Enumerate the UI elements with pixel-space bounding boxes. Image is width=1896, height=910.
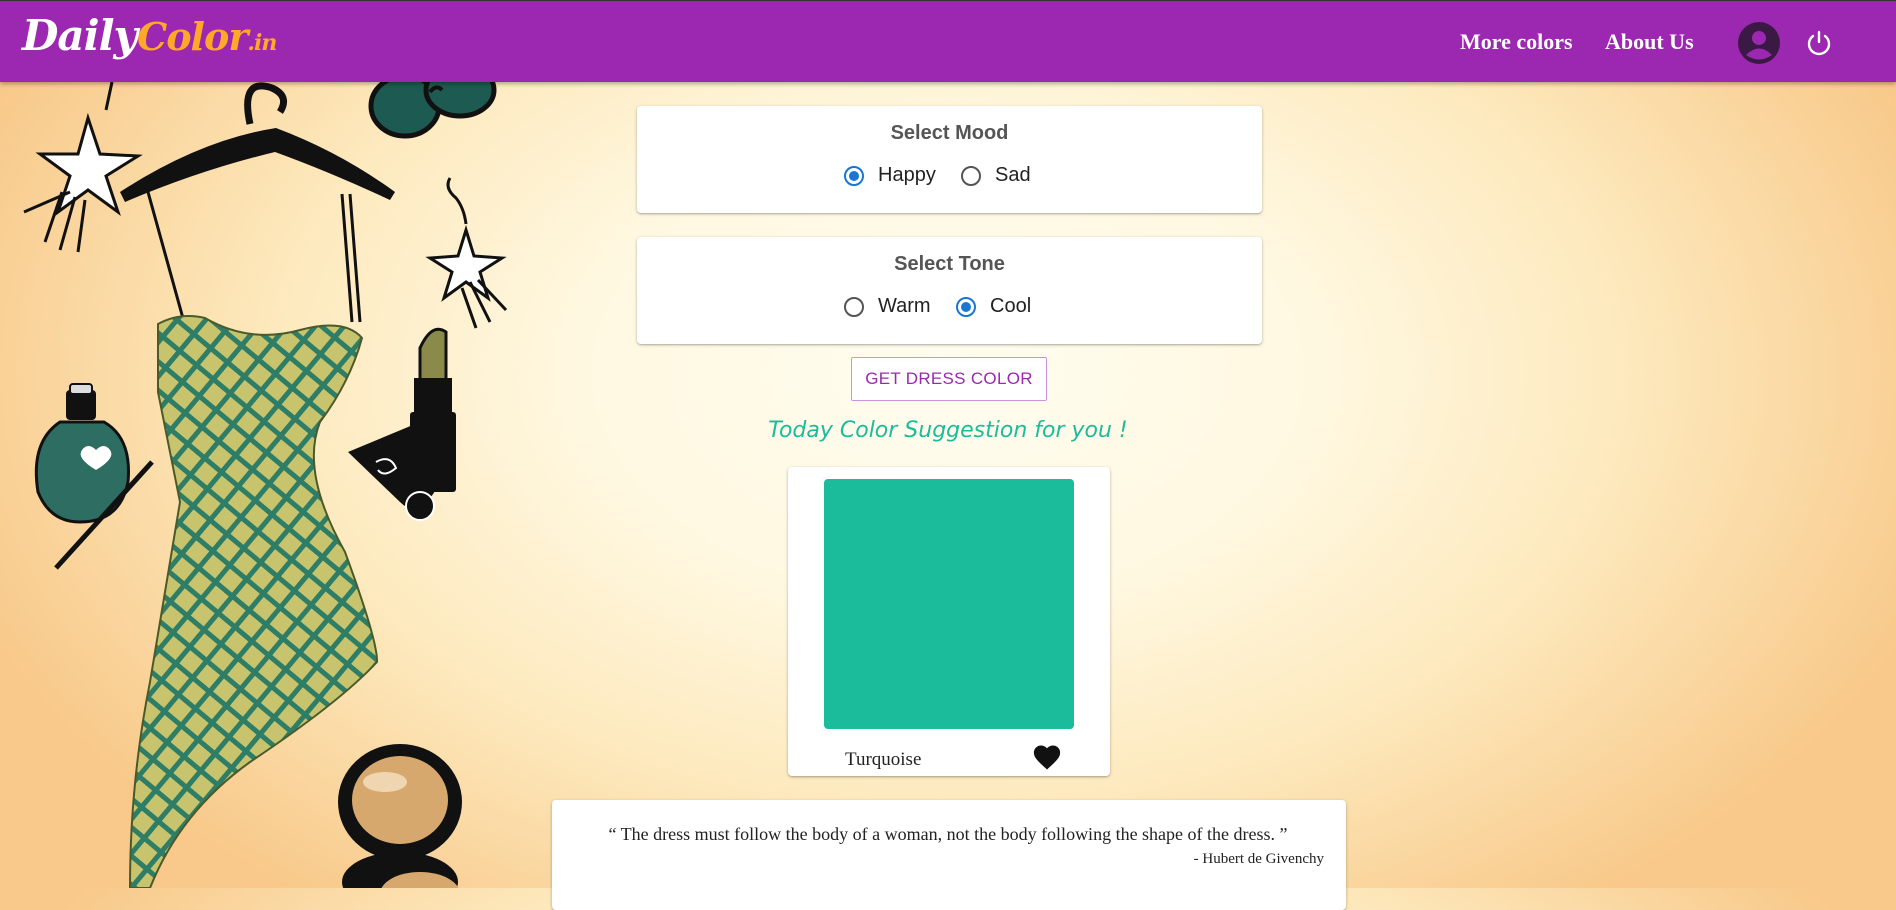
account-icon[interactable]	[1738, 22, 1780, 64]
star-earring-icon	[23, 82, 143, 253]
logo-daily: Daily	[22, 11, 138, 60]
mood-title: Select Mood	[890, 122, 1009, 144]
hanger-icon	[120, 82, 395, 323]
radio-warm[interactable]: Warm	[844, 295, 931, 318]
color-swatch	[824, 479, 1074, 729]
tone-card: Select Tone Warm Cool	[637, 237, 1262, 344]
power-icon[interactable]	[1805, 29, 1833, 57]
star-earring-icon-right	[425, 177, 508, 329]
quote-card: “ The dress must follow the body of a wo…	[552, 800, 1346, 910]
mood-card: Select Mood Happy Sad	[637, 106, 1262, 213]
radio-warm-indicator[interactable]	[844, 296, 864, 317]
radio-sad-label: Sad	[995, 164, 1031, 186]
heart-icon[interactable]	[1032, 743, 1062, 771]
radio-sad-indicator[interactable]	[961, 165, 981, 186]
radio-warm-label: Warm	[878, 295, 931, 317]
radio-happy-indicator[interactable]	[844, 165, 864, 186]
color-name: Turquoise	[845, 749, 922, 770]
site-logo[interactable]: DailyColor.in	[22, 11, 277, 60]
radio-cool[interactable]: Cool	[956, 295, 1031, 318]
get-dress-color-button[interactable]: GET DRESS COLOR	[851, 357, 1047, 401]
suggestion-heading: Today Color Suggestion for you !	[768, 418, 1128, 443]
quote-author: - Hubert de Givenchy	[1193, 851, 1324, 867]
fashion-illustration	[23, 82, 508, 888]
perfume-bottle-icon	[34, 383, 154, 570]
radio-happy[interactable]: Happy	[844, 164, 936, 187]
nav-more-colors[interactable]: More colors	[1460, 29, 1573, 55]
logo-in: .in	[247, 30, 277, 56]
radio-sad[interactable]: Sad	[961, 164, 1031, 187]
logo-color: Color	[136, 14, 248, 59]
quote-text: “ The dress must follow the body of a wo…	[608, 824, 1288, 844]
radio-cool-label: Cool	[990, 295, 1032, 317]
nav-about-us[interactable]: About Us	[1605, 29, 1694, 55]
top-app-bar: DailyColor.in More colors About Us	[0, 0, 1896, 82]
tone-title: Select Tone	[894, 253, 1005, 275]
compact-mirror-icon	[338, 744, 462, 888]
color-card: Turquoise	[788, 467, 1110, 776]
sunglasses-icon	[368, 82, 497, 139]
radio-happy-label: Happy	[878, 164, 936, 186]
radio-cool-indicator[interactable]	[956, 296, 976, 317]
